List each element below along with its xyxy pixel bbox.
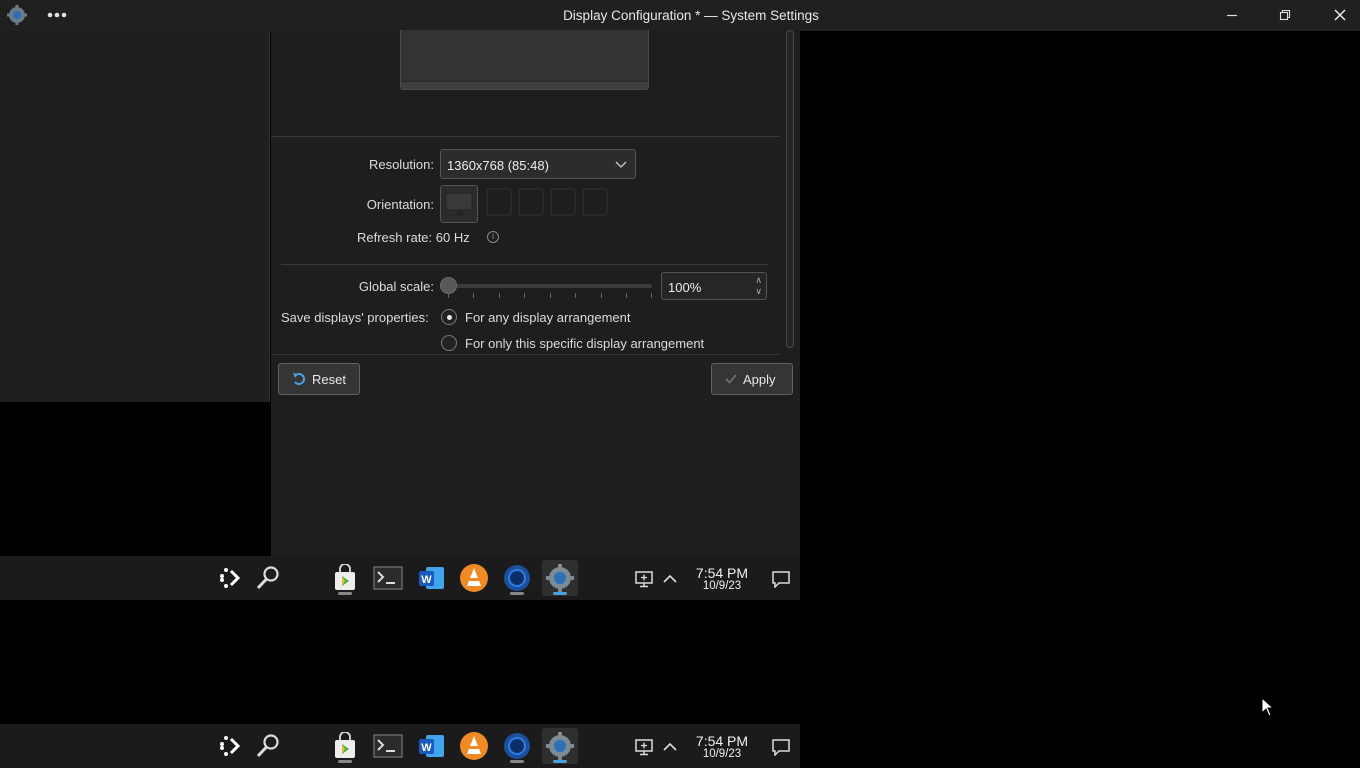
settings-icon[interactable] [542, 560, 578, 596]
mouse-cursor-icon [1261, 696, 1275, 722]
taskbar: W 7:54 PM 10/9/23 [0, 556, 800, 600]
launcher-icon[interactable] [213, 560, 249, 596]
monitor-preview[interactable] [400, 30, 649, 90]
global-scale-value: 100% [668, 280, 702, 295]
search-icon[interactable] [250, 560, 286, 596]
refresh-rate-text: Refresh rate: 60 Hz [357, 230, 470, 245]
radio-any-arrangement-label[interactable]: For any display arrangement [465, 310, 630, 325]
clock-time: 7:54 PM [695, 565, 749, 581]
display-configuration-panel: Resolution: 1360x768 (85:48) Orientation… [271, 30, 800, 556]
taskbar-clock[interactable]: 7:54 PM 10/9/23 [682, 733, 762, 760]
radio-any-arrangement[interactable] [441, 309, 457, 325]
divider [271, 354, 780, 355]
display-tray-icon[interactable] [634, 738, 654, 761]
store-icon[interactable] [327, 560, 363, 596]
info-icon[interactable]: i [487, 231, 499, 243]
orientation-button[interactable] [440, 185, 478, 223]
minimize-button[interactable] [1209, 0, 1255, 30]
radio-specific-arrangement-label[interactable]: For only this specific display arrangeme… [465, 336, 704, 351]
vlc-icon[interactable] [456, 560, 492, 596]
terminal-icon[interactable] [370, 560, 406, 596]
divider [271, 136, 780, 137]
radio-specific-arrangement[interactable] [441, 335, 457, 351]
taskbar-clock[interactable]: 7:54 PM 10/9/23 [682, 565, 762, 592]
reset-button-label: Reset [312, 371, 346, 387]
window-titlebar: Display Configuration * — System Setting… [0, 0, 1360, 31]
word-icon[interactable]: W [413, 728, 449, 764]
checkmark-icon [725, 374, 737, 384]
global-scale-slider-track[interactable] [448, 284, 652, 288]
window-title: Display Configuration * — System Setting… [563, 8, 819, 23]
undo-icon [293, 373, 305, 385]
resolution-value: 1360x768 (85:48) [447, 158, 549, 173]
apply-button[interactable]: Apply [711, 363, 793, 395]
reset-button[interactable]: Reset [278, 363, 360, 395]
global-scale-label: Global scale: [358, 279, 434, 294]
chevron-up-icon[interactable] [662, 571, 678, 589]
display-tray-icon[interactable] [634, 570, 654, 593]
monitor-icon [445, 192, 473, 216]
clock-time: 7:54 PM [695, 733, 749, 749]
resolution-label: Resolution: [368, 157, 434, 172]
chevron-up-icon[interactable]: ∧ [755, 275, 762, 286]
settings-icon[interactable] [542, 728, 578, 764]
word-icon[interactable]: W [413, 560, 449, 596]
save-properties-label: Save displays' properties: [281, 310, 429, 325]
global-scale-spinbox[interactable]: 100% ∧ ∨ [661, 272, 767, 300]
terminal-icon[interactable] [370, 728, 406, 764]
orientation-label: Orientation: [366, 197, 434, 212]
divider [281, 264, 768, 265]
browser-icon[interactable] [499, 728, 535, 764]
launcher-icon[interactable] [213, 728, 249, 764]
chevron-down-icon[interactable]: ∨ [755, 286, 762, 297]
clock-date: 10/9/23 [702, 580, 742, 592]
search-icon[interactable] [250, 728, 286, 764]
orientation-options [486, 188, 616, 220]
close-button[interactable] [1317, 0, 1360, 30]
store-icon[interactable] [327, 728, 363, 764]
svg-text:W: W [421, 742, 432, 754]
notifications-icon[interactable] [771, 570, 791, 593]
apply-button-label: Apply [743, 371, 776, 387]
vlc-icon[interactable] [456, 728, 492, 764]
taskbar: W 7:54 PM 10/9/23 [0, 724, 800, 768]
notifications-icon[interactable] [771, 738, 791, 761]
restore-button[interactable] [1262, 0, 1308, 30]
svg-text:W: W [421, 574, 432, 586]
scrollbar[interactable] [786, 30, 794, 348]
chevron-up-icon[interactable] [662, 739, 678, 757]
global-scale-slider-handle[interactable] [440, 277, 457, 294]
resolution-select[interactable]: 1360x768 (85:48) [440, 149, 636, 179]
browser-icon[interactable] [499, 560, 535, 596]
clock-date: 10/9/23 [702, 748, 742, 760]
settings-sidebar [0, 30, 270, 402]
chevron-down-icon [615, 161, 627, 168]
